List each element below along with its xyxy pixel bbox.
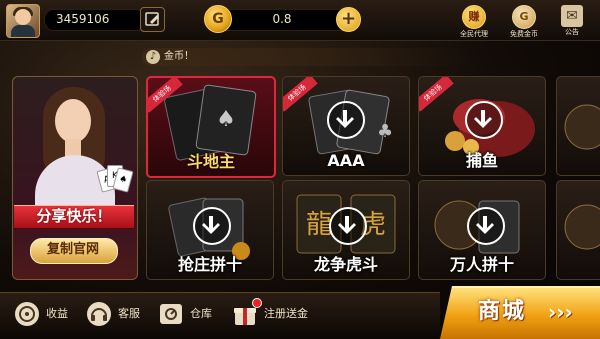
marquee-text: 金币！ (164, 51, 194, 62)
game-card-wanren[interactable]: 万人拼十 (418, 180, 546, 280)
edit-icon (145, 12, 159, 26)
game-name: 万人拼十 (449, 255, 514, 274)
edit-profile-button[interactable] (140, 7, 165, 32)
download-icon[interactable] (193, 207, 231, 245)
game-card-partial[interactable] (556, 180, 600, 280)
game-card-partial[interactable] (556, 76, 600, 176)
game-card-doudizhu[interactable]: ♠ 体验场 斗地主 (146, 76, 276, 178)
free-coins-button[interactable]: G 免费金币 (504, 5, 544, 39)
download-icon[interactable] (327, 101, 365, 139)
free-coins-icon: G (512, 5, 536, 29)
notification-dot (252, 298, 262, 308)
announcement-icon: ✉ (561, 5, 583, 27)
full-agent-icon: 赚 (462, 5, 486, 29)
game-card-aaa[interactable]: ♣ 体验场 AAA (282, 76, 410, 176)
copy-website-label: 复制官网 (46, 242, 99, 257)
nav-earnings[interactable]: 收益 (14, 300, 80, 328)
user-id: 3459106 (56, 12, 110, 26)
game-card-qiangzhuang[interactable]: 抢庄拼十 (146, 180, 274, 280)
game-card-fishing[interactable]: 体验场 捕鱼 (418, 76, 546, 176)
warehouse-label: 仓库 (190, 307, 212, 320)
shop-label: 商城 (478, 299, 527, 324)
free-coins-label: 免费金币 (510, 30, 538, 38)
partial-art (564, 204, 600, 250)
coin-icon: G (204, 5, 232, 33)
game-name: AAA (327, 151, 365, 170)
game-name: 斗地主 (186, 152, 235, 171)
full-agent-button[interactable]: 赚 全民代理 (454, 5, 494, 39)
game-name: 龙争虎斗 (313, 255, 378, 274)
add-coins-button[interactable]: + (336, 7, 361, 32)
download-icon[interactable] (329, 207, 367, 245)
nav-register-bonus[interactable]: 注册送金 (232, 298, 328, 328)
nav-support[interactable]: 客服 (86, 300, 152, 328)
game-name: 抢庄拼十 (177, 255, 242, 274)
share-banner-text: 分享快乐！ (36, 207, 112, 225)
playing-cards-icon: A K ♠ (96, 165, 134, 193)
game-name: 捕鱼 (465, 151, 498, 170)
earnings-label: 收益 (46, 307, 68, 320)
svg-text:♣: ♣ (377, 121, 393, 142)
game-card-longhu[interactable]: 龍 虎 龙争虎斗 (282, 180, 410, 280)
chevrons-right-icon: ››› (548, 300, 573, 324)
full-agent-label: 全民代理 (460, 30, 488, 38)
svg-text:♠: ♠ (216, 107, 236, 132)
register-bonus-label: 注册送金 (264, 307, 308, 320)
earnings-icon (15, 302, 39, 326)
headset-icon (87, 302, 111, 326)
partial-art (564, 104, 600, 150)
download-icon[interactable] (467, 207, 505, 245)
safe-icon (160, 304, 182, 324)
download-icon[interactable] (465, 101, 503, 139)
coin-balance: 0.8 (272, 12, 292, 26)
announcement-button[interactable]: ✉ 公告 (552, 5, 592, 37)
announcement-label: 公告 (565, 28, 579, 36)
speaker-icon: ♪ (146, 50, 160, 64)
avatar[interactable] (6, 4, 40, 38)
nav-warehouse[interactable]: 仓库 (158, 300, 224, 328)
support-label: 客服 (118, 307, 140, 320)
